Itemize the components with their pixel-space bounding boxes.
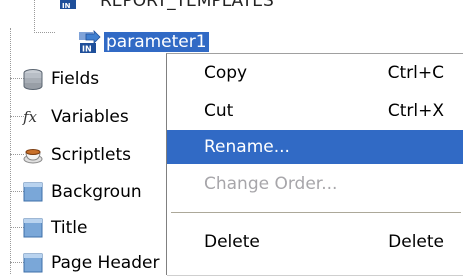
- menu-item-shortcut: Ctrl+X: [387, 101, 444, 121]
- svg-text:IN: IN: [82, 45, 92, 54]
- menu-item-label: Cut: [204, 101, 234, 121]
- menu-item-delete[interactable]: Delete Delete: [167, 225, 463, 259]
- tree-item-label: parameter1: [104, 32, 209, 52]
- tree-item-label: Scriptlets: [51, 145, 132, 165]
- menu-item-shortcut: Ctrl+C: [387, 63, 444, 83]
- tree-item-label: Variables: [51, 107, 129, 127]
- parameter-icon: IN: [79, 30, 101, 54]
- svg-text:IN: IN: [62, 2, 71, 10]
- menu-item-shortcut: Delete: [388, 232, 444, 252]
- tree-item-label: Backgroun: [51, 182, 142, 202]
- tree-item-report-templates[interactable]: REPORT_TEMPLATES: [100, 0, 274, 11]
- menu-item-copy[interactable]: Copy Ctrl+C: [167, 56, 463, 90]
- svg-text:fx: fx: [22, 108, 38, 126]
- band-icon: [23, 218, 43, 238]
- menu-item-rename[interactable]: Rename...: [167, 130, 463, 164]
- menu-separator: [171, 212, 461, 214]
- menu-item-label: Delete: [204, 232, 260, 252]
- tree-item-label: Page Header: [51, 253, 160, 273]
- tree-item-label: Title: [51, 218, 88, 238]
- tree-item-label: Fields: [51, 69, 100, 89]
- database-icon: [23, 69, 43, 90]
- tree-guide-line: [10, 28, 11, 274]
- parameter-icon: IN: [60, 0, 76, 10]
- menu-item-label: Copy: [204, 63, 248, 83]
- band-icon: [23, 182, 43, 202]
- tree-connector: [34, 0, 55, 33]
- fx-icon: fx: [22, 108, 38, 126]
- band-icon: [23, 253, 43, 273]
- cup-icon: [23, 149, 43, 164]
- context-menu: Copy Ctrl+C Cut Ctrl+X Rename... Change …: [166, 53, 463, 275]
- menu-item-cut[interactable]: Cut Ctrl+X: [167, 94, 463, 128]
- menu-item-label: Change Order...: [204, 174, 338, 194]
- menu-item-label: Rename...: [204, 137, 290, 157]
- menu-item-change-order: Change Order...: [167, 167, 463, 201]
